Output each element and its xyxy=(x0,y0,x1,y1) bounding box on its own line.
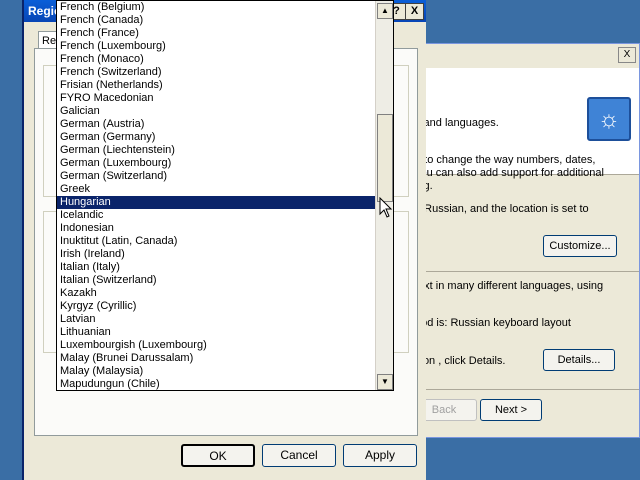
list-item[interactable]: Frisian (Netherlands) xyxy=(57,79,377,92)
list-item[interactable]: Galician xyxy=(57,105,377,118)
list-item[interactable]: Kazakh xyxy=(57,287,377,300)
list-item[interactable]: French (Belgium) xyxy=(57,1,377,14)
list-item[interactable]: French (Canada) xyxy=(57,14,377,27)
list-item[interactable]: Italian (Italy) xyxy=(57,261,377,274)
cancel-button[interactable]: Cancel xyxy=(262,444,336,467)
method-text: hod is: Russian keyboard layout xyxy=(415,317,571,329)
list-item[interactable]: German (Germany) xyxy=(57,131,377,144)
list-item[interactable]: Inuktitut (Latin, Canada) xyxy=(57,235,377,248)
scrollbar-thumb[interactable] xyxy=(377,114,393,202)
list-item[interactable]: Malay (Brunei Darussalam) xyxy=(57,352,377,365)
para1-line2: you can also add support for additional xyxy=(415,167,604,179)
para3-line1: text in many different languages, using xyxy=(415,280,604,292)
vertical-scrollbar[interactable]: ▲ ▼ xyxy=(375,1,393,390)
separator xyxy=(405,271,639,272)
list-item[interactable]: FYRO Macedonian xyxy=(57,92,377,105)
list-item[interactable]: German (Luxembourg) xyxy=(57,157,377,170)
list-item[interactable]: Italian (Switzerland) xyxy=(57,274,377,287)
list-item[interactable]: Latvian xyxy=(57,313,377,326)
close-icon[interactable]: X xyxy=(405,3,424,20)
language-dropdown-list[interactable]: French (Belgium) French (Canada) French (F… xyxy=(56,0,394,391)
ok-button[interactable]: OK xyxy=(181,444,255,467)
list-item[interactable]: Icelandic xyxy=(57,209,377,222)
apply-button[interactable]: Apply xyxy=(343,444,417,467)
header-text: s and languages. xyxy=(415,117,499,129)
background-wizard-window: X s and languages. ☼ u to change the way… xyxy=(404,43,640,438)
list-item[interactable]: French (France) xyxy=(57,27,377,40)
list-item[interactable]: Kyrgyz (Cyrillic) xyxy=(57,300,377,313)
list-item[interactable]: Irish (Ireland) xyxy=(57,248,377,261)
list-item[interactable]: French (Luxembourg) xyxy=(57,40,377,53)
language-items: French (Belgium) French (Canada) French (F… xyxy=(57,1,377,390)
close-icon[interactable]: X xyxy=(618,47,636,63)
list-item[interactable]: Greek xyxy=(57,183,377,196)
list-item[interactable]: Lithuanian xyxy=(57,326,377,339)
details-prompt: ition , click Details. xyxy=(415,355,506,367)
list-item[interactable]: Mapudungun (Chile) xyxy=(57,378,377,390)
list-item[interactable]: Luxembourgish (Luxembourg) xyxy=(57,339,377,352)
down-arrow-icon[interactable]: ▼ xyxy=(377,374,393,390)
list-item[interactable]: German (Switzerland) xyxy=(57,170,377,183)
mouse-pointer-icon xyxy=(379,197,393,218)
separator-bottom xyxy=(405,389,639,390)
details-button[interactable]: Details... xyxy=(543,349,615,371)
list-item[interactable]: German (Austria) xyxy=(57,118,377,131)
list-item[interactable]: Indonesian xyxy=(57,222,377,235)
para1-line1: u to change the way numbers, dates, xyxy=(415,154,596,166)
list-item[interactable]: French (Switzerland) xyxy=(57,66,377,79)
list-item[interactable]: Malay (Malaysia) xyxy=(57,365,377,378)
list-item[interactable]: German (Liechtenstein) xyxy=(57,144,377,157)
up-arrow-icon[interactable]: ▲ xyxy=(377,3,393,19)
globe-icon: ☼ xyxy=(587,97,631,141)
customize-button[interactable]: Customize... xyxy=(543,235,617,257)
next-button[interactable]: Next > xyxy=(480,399,542,421)
list-item[interactable]: Hungarian xyxy=(57,196,377,209)
para2-line1: o Russian, and the location is set to xyxy=(415,203,589,215)
list-item[interactable]: French (Monaco) xyxy=(57,53,377,66)
